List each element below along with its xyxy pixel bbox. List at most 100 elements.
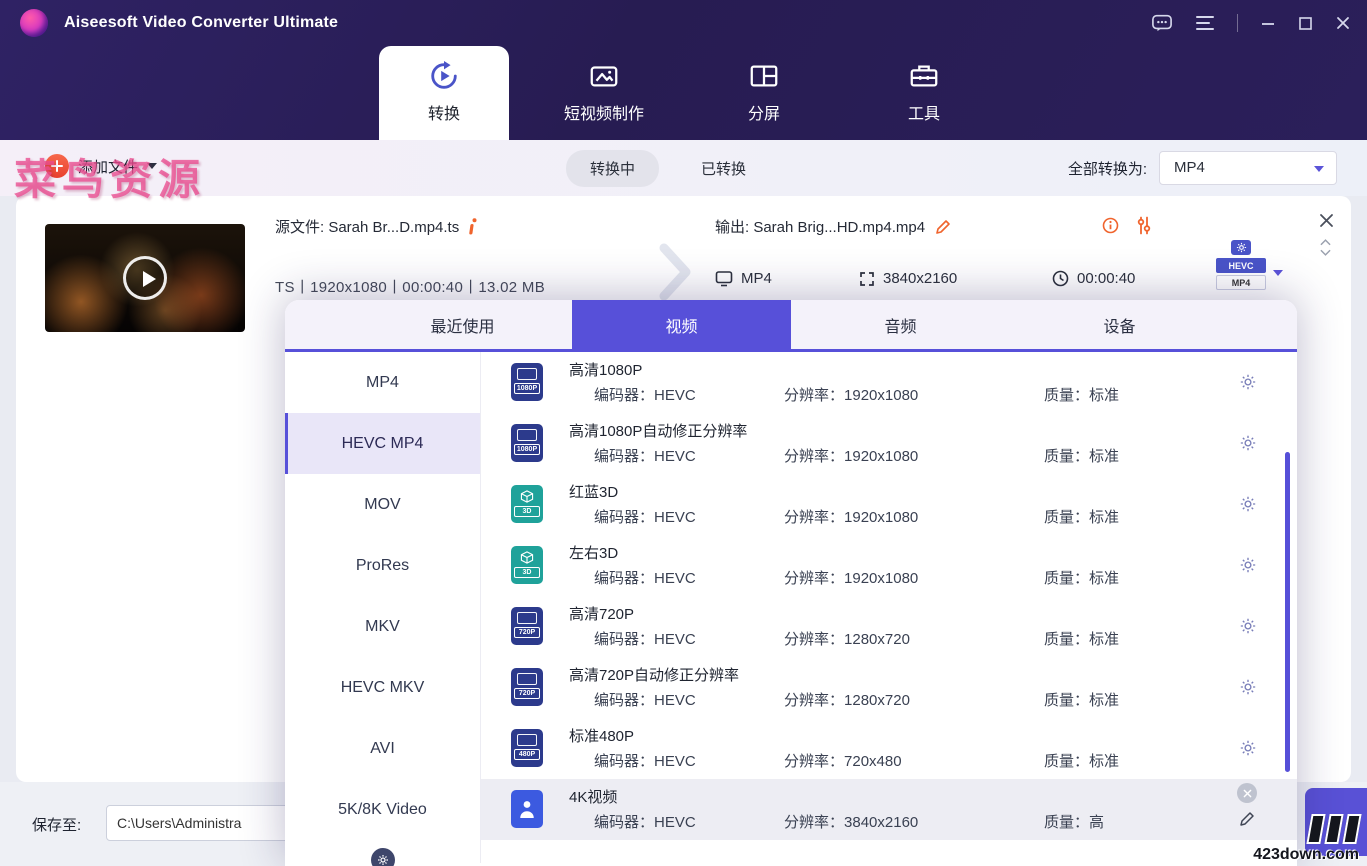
encoder-field: 编码器：HEVC: [594, 750, 696, 771]
tab-toolbox[interactable]: 工具: [864, 46, 984, 140]
preset-row-anaglyph-3d[interactable]: 3D 红蓝3D 编码器：HEVC 分辨率：1920x1080 质量：标准: [481, 474, 1297, 535]
source-file-name: 源文件: Sarah Br...D.mp4.ts: [275, 219, 460, 236]
sidebar-item-mp4[interactable]: MP4: [285, 352, 480, 413]
encoder-field: 编码器：HEVC: [594, 567, 696, 588]
preset-row-4k[interactable]: 4K视频 编码器：HEVC 分辨率：3840x2160 质量：高: [481, 779, 1297, 840]
preset-name: 高清1080P自动修正分辨率: [569, 423, 748, 440]
app-logo-icon: [20, 9, 48, 37]
clock-icon: [1052, 270, 1069, 287]
edit-preset-pencil-icon[interactable]: [1239, 811, 1255, 827]
select-caret-icon: [1314, 166, 1324, 172]
feedback-bubble-icon[interactable]: [1151, 13, 1173, 33]
add-files-label: 添加文件: [78, 158, 139, 176]
sidebar-item-partial[interactable]: [285, 840, 480, 866]
menu-hamburger-icon[interactable]: [1195, 15, 1215, 31]
preset-row-1080p[interactable]: 1080P 高清1080P 编码器：HEVC 分辨率：1920x1080 质量：…: [481, 352, 1297, 413]
convert-direction-arrow-icon: [656, 240, 696, 304]
add-files-caret-icon: [147, 163, 158, 169]
tab-short-video[interactable]: 短视频制作: [534, 46, 674, 140]
preset-settings-gear-icon[interactable]: [1239, 556, 1257, 574]
encoder-value: HEVC: [654, 692, 696, 709]
maximize-button[interactable]: [1298, 16, 1313, 31]
filter-converting[interactable]: 转换中: [566, 150, 660, 187]
remove-file-icon[interactable]: [1318, 212, 1335, 229]
video-thumbnail[interactable]: [45, 224, 245, 332]
output-duration-spec: 00:00:40: [1052, 270, 1135, 287]
sidebar-item-avi[interactable]: AVI: [285, 718, 480, 779]
output-file-name: 输出: Sarah Brig...HD.mp4.mp4: [715, 219, 926, 236]
resolution-field: 分辨率：1920x1080: [784, 567, 918, 588]
popup-tab-device[interactable]: 设备: [1010, 300, 1229, 349]
encoder-label: 编码器：: [594, 570, 655, 587]
quality-value: 标准: [1089, 753, 1120, 770]
sidebar-item-mov[interactable]: MOV: [285, 474, 480, 535]
remove-preset-icon[interactable]: [1237, 783, 1257, 803]
output-duration-value: 00:00:40: [1077, 270, 1136, 287]
quality-label: 质量：: [1044, 509, 1090, 526]
popup-tab-recent[interactable]: 最近使用: [353, 300, 572, 349]
popup-tab-video[interactable]: 视频: [572, 300, 791, 349]
encoder-label: 编码器：: [594, 387, 655, 404]
encoder-value: HEVC: [654, 631, 696, 648]
preset-properties: 编码器：HEVC 分辨率：720x480 质量：标准: [481, 750, 1297, 770]
source-file-line: 源文件: Sarah Br...D.mp4.ts: [275, 216, 478, 237]
quality-value: 高: [1089, 814, 1105, 831]
preset-row-480p[interactable]: 480P 标准480P 编码器：HEVC 分辨率：720x480 质量：标准: [481, 718, 1297, 779]
encoder-label: 编码器：: [594, 631, 655, 648]
sidebar-item-hevc-mp4[interactable]: HEVC MP4: [285, 413, 480, 474]
preset-row-720p-auto[interactable]: 720P 高清720P自动修正分辨率 编码器：HEVC 分辨率：1280x720…: [481, 657, 1297, 718]
output-format-select[interactable]: MP4: [1159, 151, 1337, 185]
popup-tab-audio[interactable]: 音频: [791, 300, 1010, 349]
convert-all-button-partial[interactable]: [1305, 788, 1367, 856]
sidebar-item-prores[interactable]: ProRes: [285, 535, 480, 596]
output-resolution-value: 3840x2160: [883, 270, 958, 287]
filter-converted[interactable]: 已转换: [677, 150, 770, 187]
resolution-value: 1280x720: [844, 692, 910, 709]
quality-value: 标准: [1089, 509, 1120, 526]
encoder-label: 编码器：: [594, 753, 655, 770]
preset-row-sbs-3d[interactable]: 3D 左右3D 编码器：HEVC 分辨率：1920x1080 质量：标准: [481, 535, 1297, 596]
output-format-spec: MP4: [715, 270, 772, 287]
play-button-icon[interactable]: [123, 256, 167, 300]
preset-properties: 编码器：HEVC 分辨率：1280x720 质量：标准: [481, 689, 1297, 709]
preset-settings-gear-icon[interactable]: [1239, 739, 1257, 757]
quality-field: 质量：高: [1044, 811, 1104, 832]
preset-settings-gear-icon[interactable]: [1239, 495, 1257, 513]
encoder-label: 编码器：: [594, 509, 655, 526]
app-title: Aiseesoft Video Converter Ultimate: [64, 14, 339, 31]
preset-name: 高清720P自动修正分辨率: [569, 667, 740, 684]
output-format-badge[interactable]: HEVC MP4: [1216, 240, 1283, 290]
reorder-arrows[interactable]: [1320, 238, 1331, 257]
sidebar-item-mkv[interactable]: MKV: [285, 596, 480, 657]
sidebar-item-hevc-mkv[interactable]: HEVC MKV: [285, 657, 480, 718]
minimize-button[interactable]: [1260, 15, 1276, 31]
tab-convert[interactable]: 转换: [379, 46, 509, 140]
preset-settings-gear-icon[interactable]: [1239, 617, 1257, 635]
output-settings-sliders-icon[interactable]: [1136, 216, 1152, 235]
preset-properties: 编码器：HEVC 分辨率：1920x1080 质量：标准: [481, 445, 1297, 465]
encoder-field: 编码器：HEVC: [594, 384, 696, 405]
preset-name: 标准480P: [569, 728, 635, 745]
tab-split-screen[interactable]: 分屏: [704, 46, 824, 140]
tab-short-video-label: 短视频制作: [563, 106, 644, 123]
rename-pencil-icon[interactable]: [935, 219, 951, 235]
add-files-button[interactable]: 添加文件: [45, 154, 158, 178]
source-info-icon[interactable]: [469, 218, 478, 235]
preset-settings-gear-icon[interactable]: [1239, 434, 1257, 452]
encoder-value: HEVC: [654, 570, 696, 587]
format-picker-popup: 最近使用 视频 音频 设备 MP4 HEVC MP4 MOV ProRes MK…: [285, 300, 1297, 866]
preset-row-720p[interactable]: 720P 高清720P 编码器：HEVC 分辨率：1280x720 质量：标准: [481, 596, 1297, 657]
quality-label: 质量：: [1044, 448, 1090, 465]
sidebar-item-5k8k[interactable]: 5K/8K Video: [285, 779, 480, 840]
encoder-field: 编码器：HEVC: [594, 506, 696, 527]
output-resolution-spec: 3840x2160: [859, 270, 957, 287]
chevron-up-icon: [1320, 239, 1331, 246]
preset-settings-gear-icon[interactable]: [1239, 678, 1257, 696]
preset-properties: 编码器：HEVC 分辨率：1920x1080 质量：标准: [481, 506, 1297, 526]
preset-row-1080p-auto[interactable]: 1080P 高清1080P自动修正分辨率 编码器：HEVC 分辨率：1920x1…: [481, 413, 1297, 474]
encoder-value: HEVC: [654, 814, 696, 831]
preset-settings-gear-icon[interactable]: [1239, 373, 1257, 391]
output-info-icon[interactable]: [1102, 217, 1119, 234]
popup-scrollbar[interactable]: [1285, 452, 1290, 772]
close-button[interactable]: [1335, 15, 1351, 31]
